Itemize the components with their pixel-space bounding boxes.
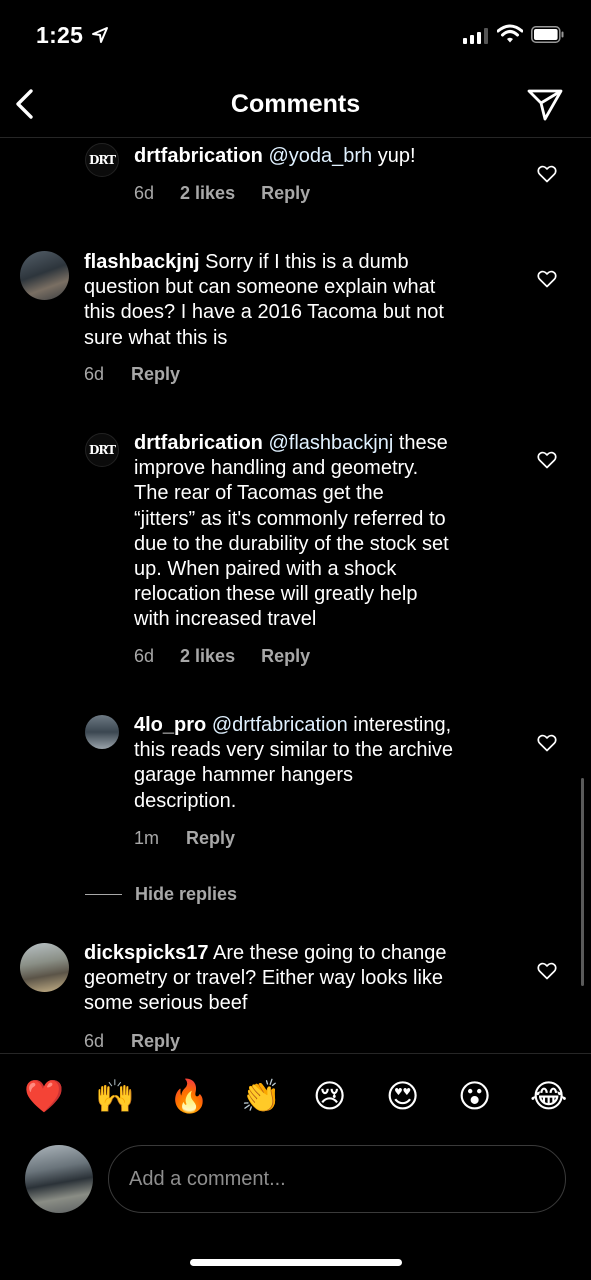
comment-meta: 6d 2 likes Reply [134,183,310,204]
cellular-signal-icon [463,27,488,44]
comment-body: drtfabrication @flashbackjnj these impro… [134,432,449,631]
comment-body: drtfabrication @yoda_brh yup! [134,144,534,169]
comment-meta: 6d 2 likes Reply [134,646,310,667]
comment-item: flashbackjnj Sorry if I this is a dumb q… [0,247,591,397]
page-title: Comments [230,90,361,118]
comment-mention[interactable]: @yoda_brh [268,145,372,167]
status-bar: 1:25 [0,0,591,72]
reply-button[interactable]: Reply [131,364,180,385]
home-indicator[interactable] [190,1259,402,1266]
emoji-raised-hands[interactable]: 🙌 [95,1076,135,1116]
reply-button[interactable]: Reply [131,1031,180,1052]
emoji-clapping-hands[interactable]: 👏 [241,1076,281,1116]
reply-button[interactable]: Reply [261,646,310,667]
hide-replies-button[interactable]: Hide replies [85,884,237,905]
add-comment-input[interactable] [108,1145,566,1213]
comment-meta: 6d Reply [84,1031,180,1052]
comment-username[interactable]: drtfabrication [134,145,263,167]
comment-age: 1m [134,828,160,848]
wifi-icon [497,24,523,43]
comment-username[interactable]: drtfabrication [134,432,263,454]
comment-composer [0,1143,591,1223]
like-heart-icon[interactable] [537,734,557,752]
comment-meta: 6d Reply [84,364,180,385]
comment-body: 4lo_pro @drtfabrication interesting, thi… [134,714,454,812]
comment-username[interactable]: flashbackjnj [84,251,200,273]
comment-likes[interactable]: 2 likes [180,646,235,667]
reply-button[interactable]: Reply [186,828,235,849]
like-heart-icon[interactable] [537,270,557,288]
like-heart-icon[interactable] [537,451,557,469]
status-time: 1:25 [36,22,84,48]
hide-replies-label[interactable]: Hide replies [135,884,237,905]
current-user-avatar [25,1145,93,1213]
emoji-tears-of-joy[interactable]: 😂 [530,1076,567,1116]
comment-age: 6d [84,1031,105,1051]
emoji-surprised-face[interactable]: 😮 [458,1076,491,1116]
like-heart-icon[interactable] [537,165,557,183]
comment-age: 6d [84,364,105,384]
avatar[interactable] [20,251,69,300]
comment-mention[interactable]: @flashbackjnj [268,432,393,454]
emoji-crying-face[interactable]: 😢 [313,1076,346,1116]
comment-item: dickspicks17 Are these going to change g… [0,939,591,1053]
header: Comments [0,72,591,138]
comment-reply: 4lo_pro @drtfabrication interesting, thi… [0,711,591,861]
send-paper-plane-icon[interactable] [526,86,564,122]
emoji-fire[interactable]: 🔥 [169,1076,209,1116]
avatar[interactable]: DRT [85,433,119,467]
like-heart-icon[interactable] [537,962,557,980]
emoji-heart[interactable]: ❤️ [24,1076,64,1116]
comment-reply: DRT drtfabrication @yoda_brh yup! 6d 2 l… [0,139,591,229]
comment-reply: DRT drtfabrication @flashbackjnj these i… [0,429,591,679]
comment-username[interactable]: 4lo_pro [134,714,206,736]
comment-meta: 1m Reply [134,828,235,849]
drt-logo-icon: DRT [88,153,116,167]
comment-body: dickspicks17 Are these going to change g… [84,942,447,1015]
avatar[interactable] [85,715,119,749]
avatar[interactable]: DRT [85,143,119,177]
reply-button[interactable]: Reply [261,183,310,204]
hide-replies-divider [85,894,122,895]
avatar[interactable] [20,943,69,992]
comment-likes[interactable]: 2 likes [180,183,235,204]
battery-icon [531,26,564,43]
drt-logo-icon: DRT [88,443,116,457]
emoji-heart-eyes[interactable]: 😍 [386,1076,419,1116]
location-arrow-icon [92,27,108,43]
comments-list[interactable]: DRT drtfabrication @yoda_brh yup! 6d 2 l… [0,139,591,1053]
scrollbar[interactable] [581,778,584,986]
comment-body: flashbackjnj Sorry if I this is a dumb q… [84,251,444,349]
comment-age: 6d [134,183,155,203]
comment-age: 6d [134,646,155,666]
comment-username[interactable]: dickspicks17 [84,942,209,964]
emoji-quick-bar: ❤️ 🙌 🔥 👏 😢 😍 😮 😂 [0,1053,591,1143]
comment-mention[interactable]: @drtfabrication [212,714,348,736]
comment-text: yup! [372,145,416,167]
